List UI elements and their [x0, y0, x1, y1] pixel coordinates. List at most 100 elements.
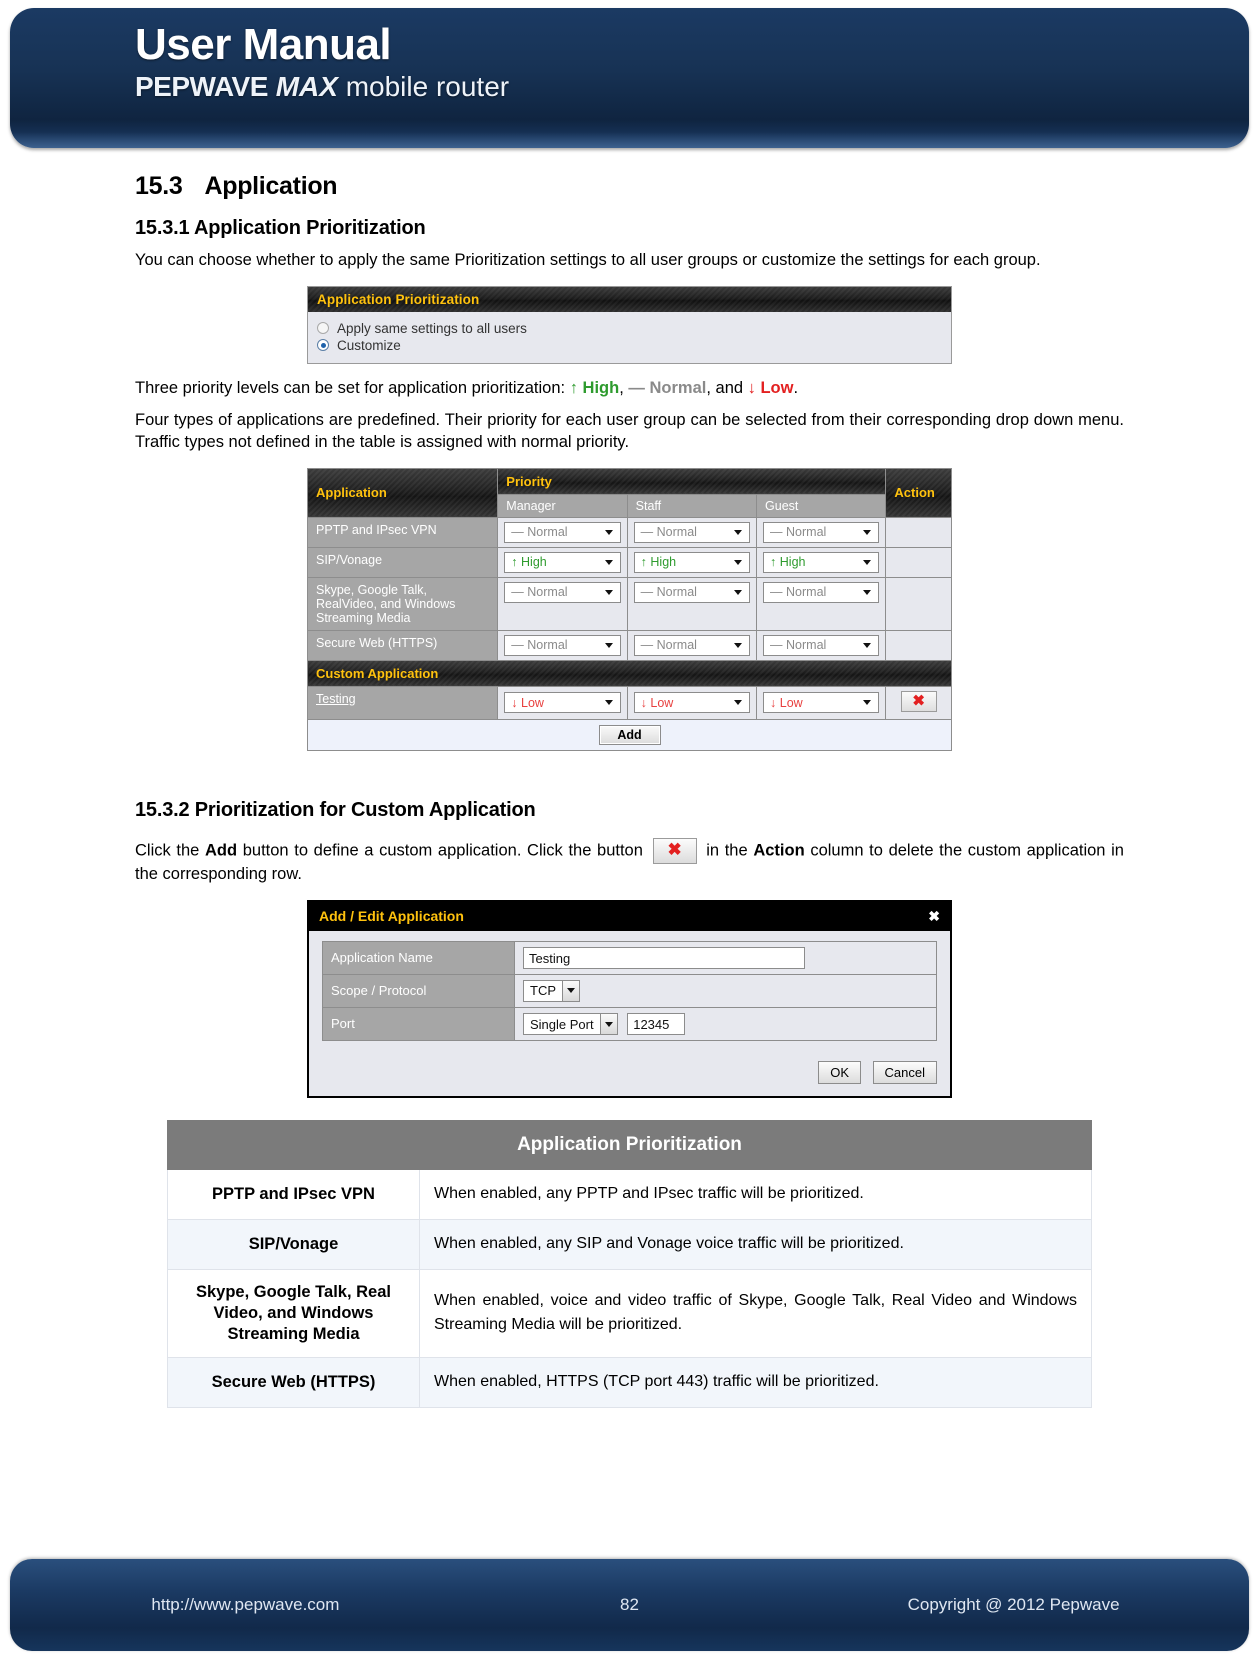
subsection-15-3-2-paragraph: Click the Add button to define a custom … [135, 837, 1124, 886]
priority-select-value: ↑ High [640, 555, 677, 570]
priority-select-sip-guest[interactable]: ↑ High [763, 551, 880, 573]
dialog-title: Add / Edit Application [319, 908, 464, 925]
scope-protocol-select[interactable]: TCP [523, 979, 580, 1002]
port-type-value: Single Port [530, 1016, 594, 1032]
radio-option-apply-same[interactable]: Apply same settings to all users [317, 321, 942, 336]
priority-select-cell[interactable]: — Normal [756, 629, 887, 661]
port-type-select[interactable]: Single Port [523, 1013, 618, 1036]
description-table-header-row: Application Prioritization [167, 1120, 1092, 1171]
table-row: PPTP and IPsec VPN — Normal — Normal — N… [306, 516, 952, 548]
priority-group-guest: Guest [756, 493, 887, 518]
delete-icon[interactable]: ✖ [652, 837, 697, 864]
priority-select-value: — Normal [770, 585, 827, 600]
priority-select-cell[interactable]: ↓ Low [626, 685, 758, 720]
priority-group-staff: Staff [626, 493, 758, 518]
field-value-scope-protocol[interactable]: TCP [514, 973, 937, 1008]
action-cell-empty [885, 546, 952, 578]
priority-select-cell[interactable]: ↓ Low [756, 685, 887, 720]
priority-select-pptp-manager[interactable]: — Normal [504, 521, 621, 543]
footer-url[interactable]: http://www.pepwave.com [10, 1595, 481, 1615]
dialog-actions: OK Cancel [309, 1047, 950, 1096]
close-icon[interactable]: ✖ [928, 908, 940, 925]
table-row: Testing ↓ Low ↓ Low ↓ Low ✖ [306, 685, 952, 720]
radio-icon-apply-same[interactable] [317, 322, 329, 335]
custom-para-action-keyword: Action [753, 841, 805, 860]
table-row: Secure Web (HTTPS) — Normal — Normal — N… [306, 629, 952, 661]
priority-table: Application Priority Action Manager Staf… [306, 467, 952, 751]
page-content: 15.3 Application 15.3.1 Application Prior… [0, 148, 1259, 1408]
dialog-field-row-port: Port Single Port 12345 [322, 1006, 937, 1042]
field-value-port[interactable]: Single Port 12345 [514, 1006, 937, 1042]
chevron-down-icon [604, 642, 613, 648]
priority-select-testing-manager[interactable]: ↓ Low [504, 692, 621, 714]
priority-select-skype-manager[interactable]: — Normal [504, 581, 621, 603]
dialog-field-row-protocol: Scope / Protocol TCP [322, 973, 937, 1008]
priority-select-cell[interactable]: ↑ High [626, 546, 758, 578]
action-cell-empty [885, 629, 952, 661]
priority-select-testing-staff[interactable]: ↓ Low [633, 692, 751, 714]
chevron-down-icon[interactable] [599, 1014, 617, 1035]
application-prioritization-panel: Application Prioritization Apply same se… [307, 285, 952, 364]
priority-label-low: ↓ Low [747, 378, 794, 397]
priority-select-value: — Normal [640, 638, 697, 653]
ok-button[interactable]: OK [818, 1061, 862, 1085]
table-row: Skype, Google Talk, RealVideo, and Windo… [306, 576, 952, 631]
table-row: Secure Web (HTTPS) When enabled, HTTPS (… [167, 1357, 1092, 1408]
priority-select-sip-staff[interactable]: ↑ High [633, 551, 751, 573]
dialog-body: Application Name Testing Scope / Protoco… [309, 931, 950, 1048]
priority-select-sip-manager[interactable]: ↑ High [504, 551, 621, 573]
priority-select-cell[interactable]: — Normal [756, 576, 887, 631]
radio-option-customize[interactable]: Customize [317, 338, 942, 353]
dialog-field-row-name: Application Name Testing [322, 940, 937, 975]
priority-select-cell[interactable]: ↑ High [756, 546, 887, 578]
priority-select-cell[interactable]: — Normal [756, 516, 887, 548]
page-header-banner: User Manual PEPWAVE MAX mobile router [10, 8, 1249, 148]
priority-select-cell[interactable]: — Normal [626, 576, 758, 631]
chevron-down-icon[interactable] [562, 980, 579, 1001]
priority-select-skype-guest[interactable]: — Normal [763, 581, 880, 603]
priority-select-https-guest[interactable]: — Normal [763, 634, 880, 656]
add-button[interactable]: Add [598, 724, 661, 745]
custom-application-name-testing[interactable]: Testing [306, 685, 499, 720]
add-row-cell[interactable]: Add [307, 718, 952, 751]
priority-select-cell[interactable]: — Normal [497, 516, 628, 548]
panel-body: Apply same settings to all users Customi… [308, 311, 951, 363]
priority-select-testing-guest[interactable]: ↓ Low [763, 692, 880, 714]
chevron-down-icon [734, 589, 743, 595]
chevron-down-icon [863, 700, 872, 706]
priority-select-pptp-staff[interactable]: — Normal [633, 521, 751, 543]
custom-para-part-1: Click the [135, 841, 200, 860]
page-footer: http://www.pepwave.com 82 Copyright @ 20… [10, 1559, 1249, 1651]
priority-select-value: — Normal [770, 638, 827, 653]
priority-select-https-manager[interactable]: — Normal [504, 634, 621, 656]
priority-select-skype-staff[interactable]: — Normal [633, 581, 751, 603]
priority-select-https-staff[interactable]: — Normal [633, 634, 751, 656]
priority-select-cell[interactable]: — Normal [626, 629, 758, 661]
footer-page-number: 82 [620, 1595, 639, 1614]
table-row: Skype, Google Talk, Real Video, and Wind… [167, 1268, 1092, 1359]
priority-select-cell[interactable]: ↑ High [497, 546, 628, 578]
table-row: SIP/Vonage ↑ High ↑ High ↑ High [306, 546, 952, 578]
priority-select-cell[interactable]: — Normal [626, 516, 758, 548]
port-number-input[interactable]: 12345 [627, 1012, 686, 1035]
priority-label-high: ↑ High [569, 378, 620, 397]
chevron-down-icon [604, 700, 613, 706]
priority-select-cell[interactable]: — Normal [497, 576, 628, 631]
description-table: Application Prioritization PPTP and IPse… [167, 1120, 1092, 1408]
field-label-port: Port [322, 1006, 515, 1042]
section-number: 15.3 [135, 172, 183, 200]
custom-para-part-2: button to define a custom application. C… [242, 841, 643, 860]
dialog-fields-table: Application Name Testing Scope / Protoco… [322, 940, 937, 1042]
application-name-input[interactable]: Testing [523, 946, 805, 969]
panel-title-bar: Application Prioritization [308, 287, 951, 312]
priority-table-col-application: Application [306, 467, 499, 518]
priority-select-cell[interactable]: — Normal [497, 629, 628, 661]
priority-select-cell[interactable]: ↓ Low [497, 685, 628, 720]
action-cell-delete[interactable]: ✖ [885, 685, 952, 720]
radio-icon-customize[interactable] [317, 339, 329, 352]
priority-select-pptp-guest[interactable]: — Normal [763, 521, 880, 543]
field-value-application-name[interactable]: Testing [514, 940, 937, 975]
chevron-down-icon [604, 589, 613, 595]
delete-icon[interactable]: ✖ [900, 690, 937, 712]
cancel-button[interactable]: Cancel [872, 1061, 937, 1085]
